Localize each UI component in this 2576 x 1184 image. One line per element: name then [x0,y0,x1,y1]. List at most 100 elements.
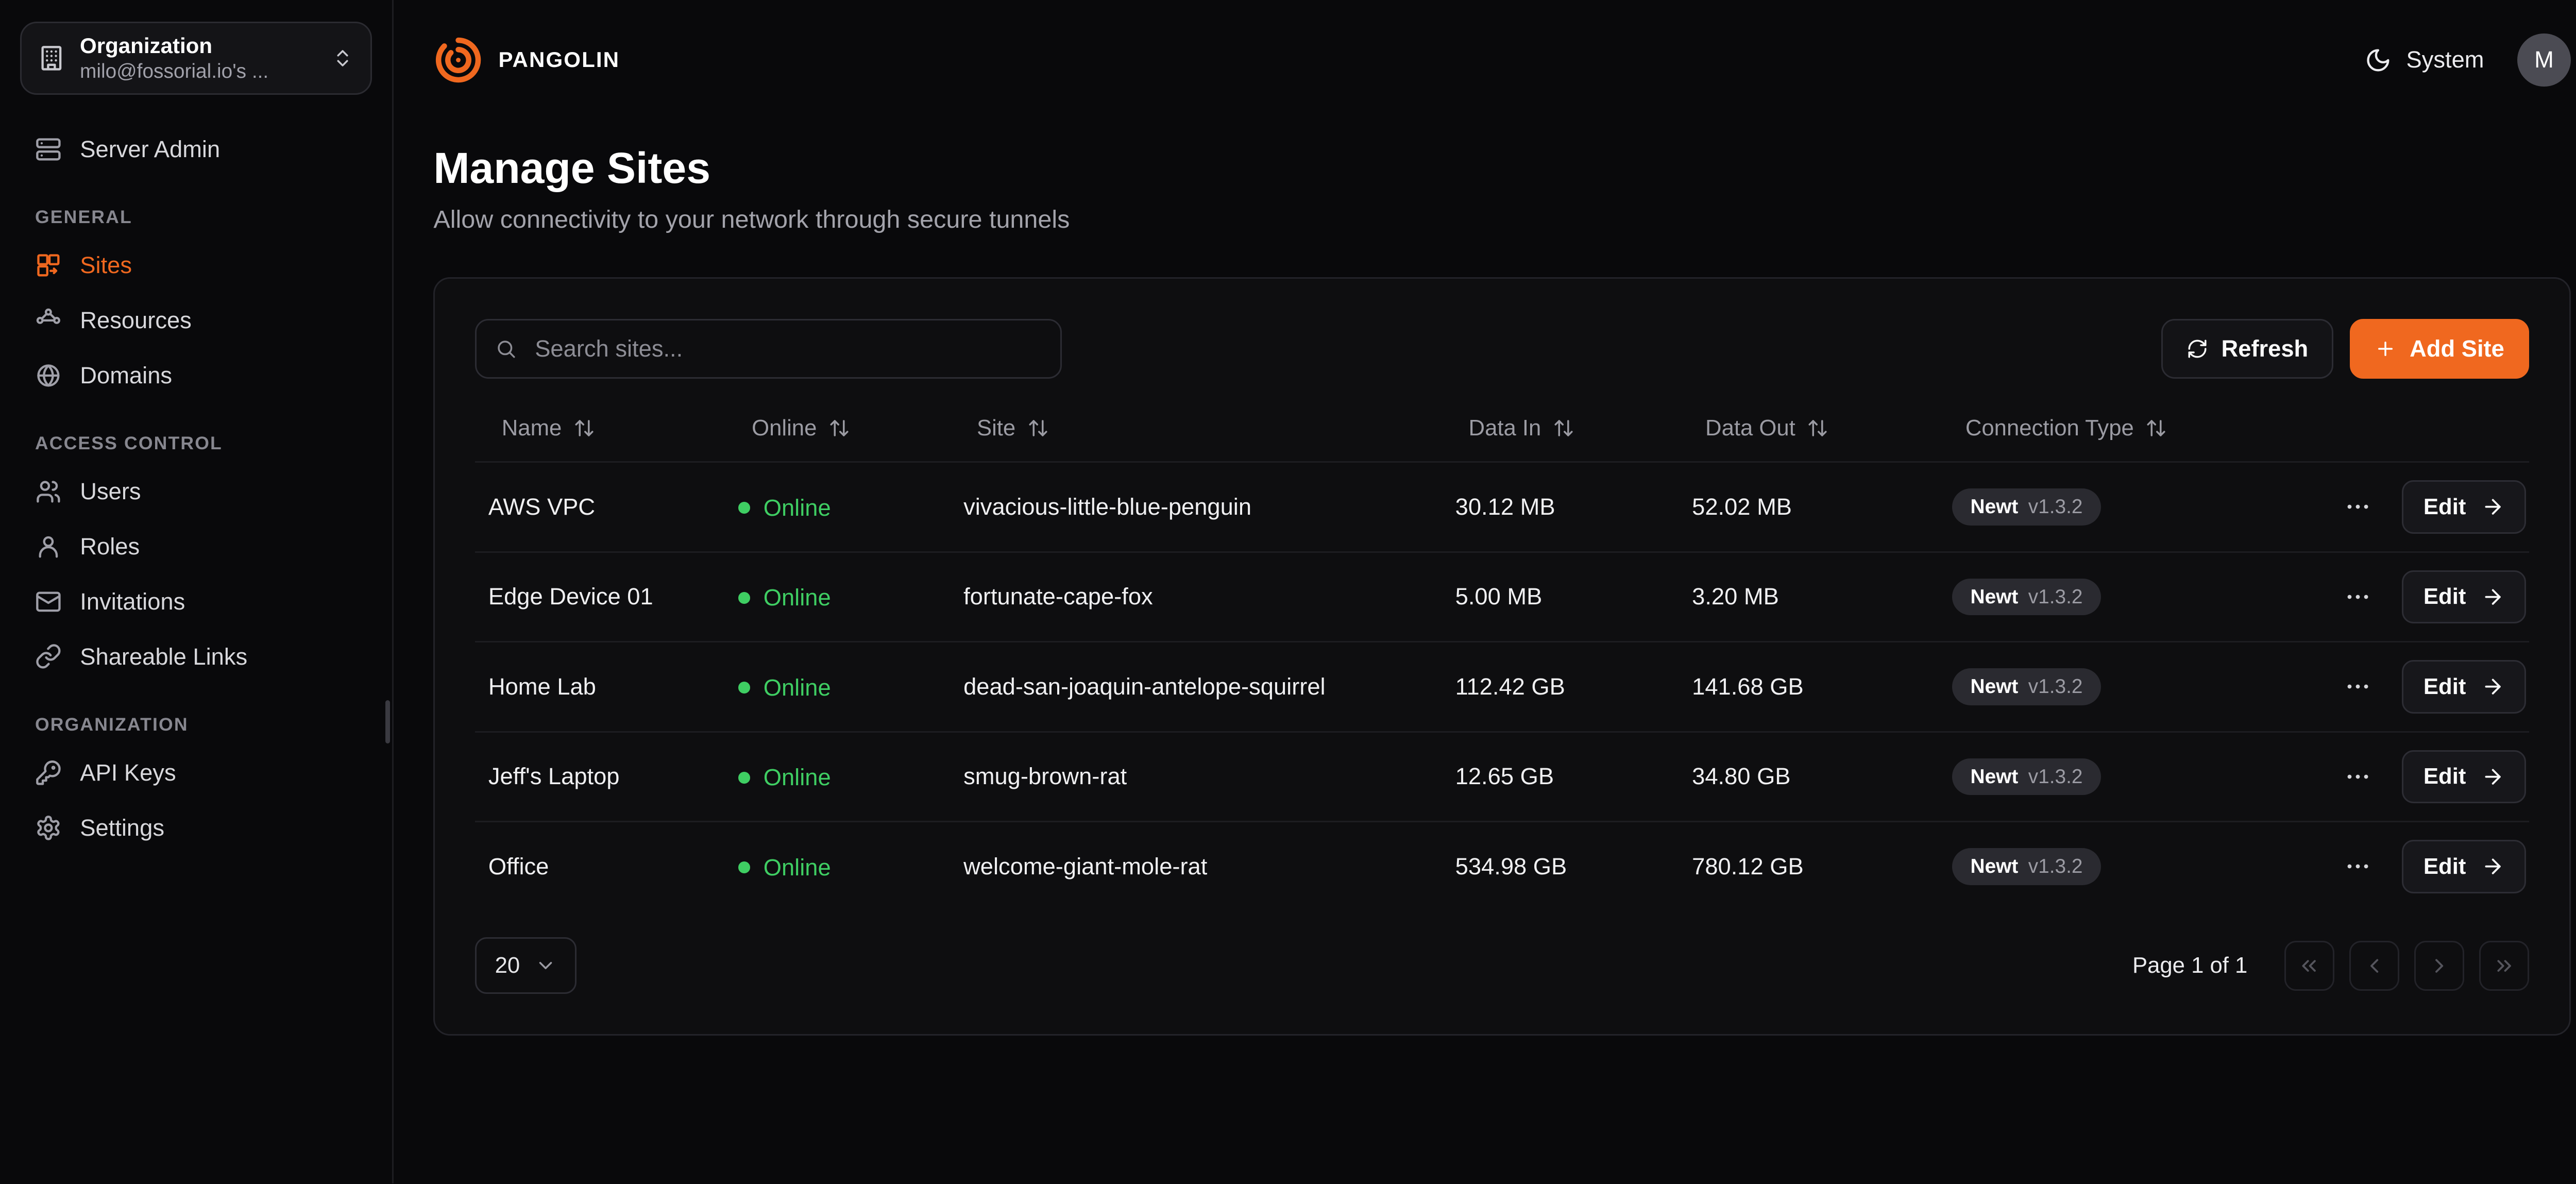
table-footer: 20 Page 1 of 1 [475,937,2529,994]
row-menu-button[interactable] [2344,493,2372,521]
edit-button[interactable]: Edit [2402,750,2526,804]
ellipsis-icon [2344,583,2372,611]
column-header-data-out[interactable]: Data Out [1679,415,1939,441]
edit-button[interactable]: Edit [2402,480,2526,534]
pangolin-logo [433,35,483,85]
row-actions: Edit [2339,750,2529,804]
row-menu-button[interactable] [2344,763,2372,791]
chevron-down-icon [535,955,556,976]
org-texts: Organization milo@fossorial.io's ... [80,32,317,84]
data-out-value: 780.12 GB [1679,853,1939,880]
refresh-label: Refresh [2222,335,2309,362]
card-toolbar: Refresh Add Site [475,319,2529,379]
page-title: Manage Sites [433,143,2570,193]
connection-type-badge: Newtv1.3.2 [1952,579,2101,615]
edit-button[interactable]: Edit [2402,660,2526,714]
last-page-button[interactable] [2479,941,2529,991]
site-name: AWS VPC [475,494,725,520]
online-dot [738,502,750,514]
column-header-name[interactable]: Name [475,415,725,441]
next-page-button[interactable] [2414,941,2464,991]
server-icon [35,136,62,163]
footer-right: Page 1 of 1 [2132,941,2529,991]
toolbar-actions: Refresh Add Site [2161,319,2529,379]
sort-icon [573,417,595,439]
sort-icon [1553,417,1574,439]
arrow-right-icon [2481,585,2504,608]
online-label: Online [764,674,831,701]
chevrons-right-icon [2493,954,2516,977]
refresh-icon [2187,338,2208,360]
status-badge: Online [738,495,831,521]
data-in-value: 12.65 GB [1442,763,1679,790]
arrow-right-icon [2481,855,2504,878]
sidebar-item-shareable-links[interactable]: Shareable Links [20,629,372,684]
pager [2284,941,2530,991]
online-dot [738,682,750,694]
avatar[interactable]: M [2517,33,2571,87]
row-actions: Edit [2339,660,2529,714]
search-input[interactable] [532,334,1042,364]
table-row: Office Online welcome-giant-mole-rat 534… [475,821,2529,911]
status-badge: Online [738,584,831,611]
row-actions: Edit [2339,570,2529,624]
row-actions: Edit [2339,480,2529,534]
sidebar-item-users[interactable]: Users [20,464,372,519]
sidebar-item-label: Users [80,477,141,505]
sidebar-item-api-keys[interactable]: API Keys [20,745,372,800]
sidebar-item-settings[interactable]: Settings [20,800,372,855]
theme-label: System [2406,46,2484,73]
site-slug: smug-brown-rat [950,763,1442,790]
org-picker-label: Organization [80,32,317,59]
app-root: Organization milo@fossorial.io's ... Ser… [0,0,2576,1183]
connection-type-badge: Newtv1.3.2 [1952,758,2101,795]
sort-icon [2145,417,2167,439]
org-picker-value: milo@fossorial.io's ... [80,59,317,84]
column-header-online[interactable]: Online [725,415,950,441]
sidebar: Organization milo@fossorial.io's ... Ser… [0,0,394,1183]
org-picker[interactable]: Organization milo@fossorial.io's ... [20,22,372,95]
brand[interactable]: PANGOLIN [433,35,620,85]
sidebar-item-label: API Keys [80,758,176,787]
edit-button[interactable]: Edit [2402,570,2526,624]
chevron-left-icon [2363,954,2386,977]
theme-toggle[interactable]: System [2365,46,2484,73]
section-label-general: GENERAL [35,207,357,228]
chevrons-up-down-icon [332,47,353,69]
table-row: Home Lab Online dead-san-joaquin-antelop… [475,641,2529,731]
add-site-button[interactable]: Add Site [2350,319,2529,379]
column-header-site[interactable]: Site [950,415,1442,441]
first-page-button[interactable] [2284,941,2334,991]
sidebar-item-invitations[interactable]: Invitations [20,574,372,629]
section-label-organization: ORGANIZATION [35,714,357,735]
sidebar-item-resources[interactable]: Resources [20,293,372,348]
sidebar-item-roles[interactable]: Roles [20,519,372,574]
data-in-value: 534.98 GB [1442,853,1679,880]
ellipsis-icon [2344,672,2372,701]
row-menu-button[interactable] [2344,583,2372,611]
page-size-value: 20 [495,953,520,978]
sidebar-scrollbar[interactable] [385,700,391,743]
sites-icon [35,252,62,279]
sidebar-item-sites[interactable]: Sites [20,238,372,293]
resources-icon [35,307,62,334]
column-header-data-in[interactable]: Data In [1442,415,1679,441]
row-menu-button[interactable] [2344,852,2372,881]
online-dot [738,772,750,784]
site-name: Jeff's Laptop [475,763,725,790]
users-icon [35,478,62,505]
sidebar-item-server-admin[interactable]: Server Admin [20,122,372,177]
status-badge: Online [738,674,831,701]
prev-page-button[interactable] [2349,941,2399,991]
row-menu-button[interactable] [2344,672,2372,701]
refresh-button[interactable]: Refresh [2161,319,2333,379]
topbar-right: System M [2365,33,2571,87]
sidebar-item-domains[interactable]: Domains [20,348,372,403]
site-name: Edge Device 01 [475,583,725,610]
edit-button[interactable]: Edit [2402,840,2526,893]
page-size-select[interactable]: 20 [475,937,577,994]
table-row: Edge Device 01 Online fortunate-cape-fox… [475,551,2529,641]
sidebar-item-label: Invitations [80,587,185,616]
column-header-connection-type[interactable]: Connection Type [1939,415,2339,441]
ellipsis-icon [2344,763,2372,791]
